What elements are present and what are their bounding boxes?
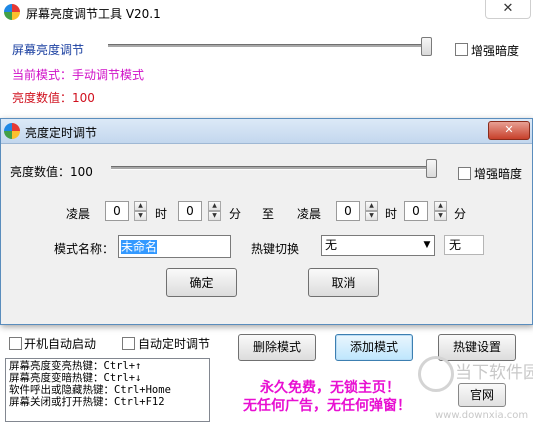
dialog-enhance-dark-label: 增强暗度 [474,167,523,181]
spin-down-icon[interactable]: ▼ [208,211,221,221]
brightness-value-text: 亮度数值：100 [12,91,95,105]
cancel-button[interactable]: 取消 [308,268,379,297]
auto-timer-label: 自动定时调节 [138,337,211,351]
hotkey-switch-label: 热键切换 [251,242,300,256]
promo-text-1: 永久免费，无锁主页！ [260,380,400,396]
watermark-text: 当下软件园 [455,363,533,383]
hotkey-select[interactable]: 无 ▼ [321,235,435,256]
main-close-icon[interactable]: ✕ [485,0,531,19]
brightness-label: 屏幕亮度调节 [12,43,85,57]
spin-up-icon[interactable]: ▲ [134,201,147,211]
start-hour-input[interactable]: 0 [105,201,129,221]
hotkey-line: 屏幕亮度变亮热键：Ctrl+↑ [9,360,142,372]
app-logo-icon [4,4,20,20]
main-titlebar: 屏幕亮度调节工具 V20.1 ✕ [0,0,533,26]
to-label: 至 [262,207,275,221]
dialog-value-label: 亮度数值：100 [10,165,93,179]
start-minute-spinner: ▲ ▼ [208,201,221,221]
mode-name-label: 模式名称： [54,242,115,256]
dialog-brightness-slider-thumb[interactable] [426,159,437,178]
official-site-button[interactable]: 官网 [458,383,506,407]
auto-timer-checkbox[interactable] [122,337,135,350]
hotkey-display-field: 无 [444,235,484,255]
main-window-title: 屏幕亮度调节工具 V20.1 [26,7,161,21]
start-minute-unit: 分 [229,207,242,221]
end-minute-unit: 分 [454,207,467,221]
delete-mode-button[interactable]: 删除模式 [238,334,316,361]
hotkey-settings-button[interactable]: 热键设置 [438,334,516,361]
spin-down-icon[interactable]: ▼ [365,211,378,221]
hotkey-line: 软件呼出或隐藏热键：Ctrl+Home [9,384,171,396]
dialog-logo-icon [4,123,20,139]
mode-name-value: 未命名 [121,240,158,254]
hotkey-line: 屏幕亮度变暗热键：Ctrl+↓ [9,372,142,384]
autostart-checkbox[interactable] [9,337,22,350]
dialog-title: 亮度定时调节 [25,126,98,140]
hotkey-select-value: 无 [325,238,338,252]
spin-up-icon[interactable]: ▲ [208,201,221,211]
add-mode-button[interactable]: 添加模式 [335,334,413,361]
start-hour-spinner: ▲ ▼ [134,201,147,221]
dialog-brightness-slider-track[interactable] [111,167,436,170]
watermark-url: www.downxia.com [435,410,529,421]
end-minute-spinner: ▲ ▼ [434,201,447,221]
start-hour-unit: 时 [155,207,168,221]
hotkey-line: 屏幕关闭或打开热键：Ctrl+F12 [9,396,165,408]
dialog-close-icon[interactable]: ✕ [488,121,530,140]
start-minute-input[interactable]: 0 [178,201,202,221]
spin-down-icon[interactable]: ▼ [134,211,147,221]
end-hour-input[interactable]: 0 [336,201,360,221]
main-enhance-dark-checkbox[interactable] [455,43,468,56]
spin-up-icon[interactable]: ▲ [365,201,378,211]
end-period-label: 凌晨 [297,207,322,221]
hotkey-info-box: 屏幕亮度变亮热键：Ctrl+↑ 屏幕亮度变暗热键：Ctrl+↓ 软件呼出或隐藏热… [5,358,210,422]
end-hour-unit: 时 [385,207,398,221]
dialog-titlebar: 亮度定时调节 ✕ [1,119,532,144]
ok-button[interactable]: 确定 [166,268,237,297]
end-hour-spinner: ▲ ▼ [365,201,378,221]
promo-text-2: 无任何广告，无任何弹窗！ [243,398,411,414]
autostart-label: 开机自动启动 [24,337,97,351]
spin-up-icon[interactable]: ▲ [434,201,447,211]
watermark-logo-icon [418,356,454,392]
chevron-down-icon[interactable]: ▼ [420,236,434,255]
dialog-enhance-dark-checkbox[interactable] [458,167,471,180]
current-mode-text: 当前模式：手动调节模式 [12,68,145,82]
spin-down-icon[interactable]: ▼ [434,211,447,221]
mode-name-input[interactable]: 未命名 [118,235,231,258]
main-brightness-slider-thumb[interactable] [421,37,432,56]
start-period-label: 凌晨 [66,207,91,221]
main-brightness-slider-track[interactable] [108,45,430,48]
main-enhance-dark-label: 增强暗度 [471,44,520,58]
timer-dialog: 亮度定时调节 ✕ 亮度数值：100 增强暗度 凌晨 0 ▲ ▼ 时 0 ▲ ▼ … [0,118,533,325]
end-minute-input[interactable]: 0 [404,201,428,221]
